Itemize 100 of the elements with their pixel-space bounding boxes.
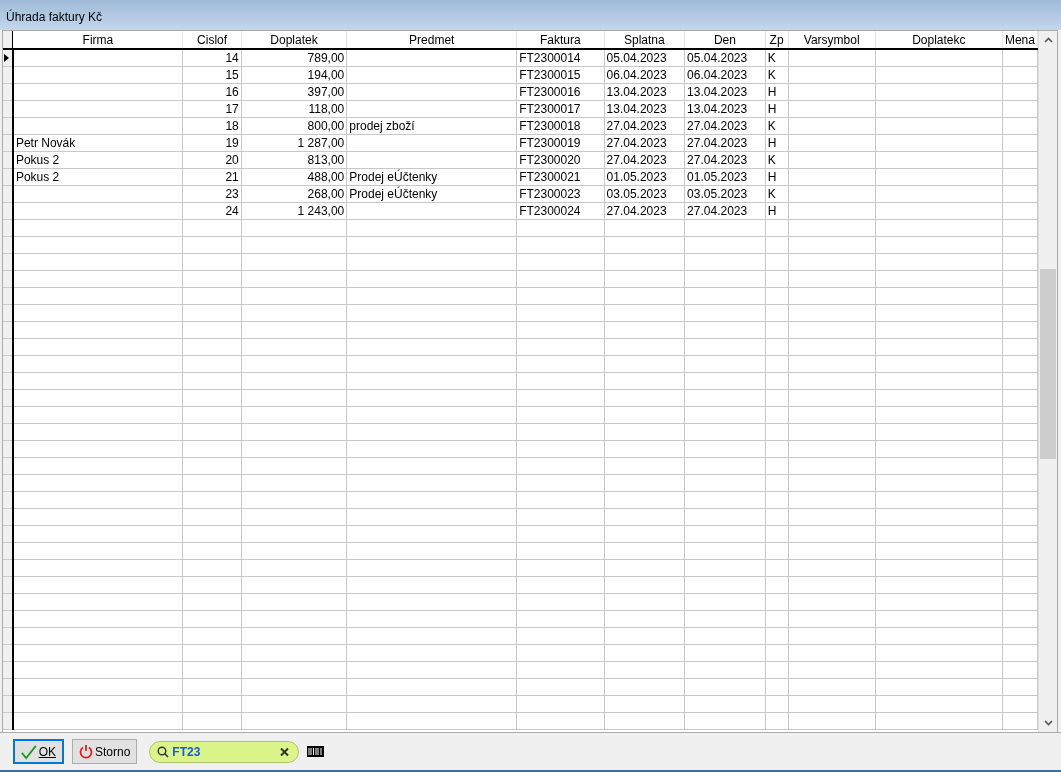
table-cell: K: [767, 50, 776, 65]
table-cell: 27.04.2023: [606, 203, 667, 218]
row-header[interactable]: [3, 151, 13, 168]
table-cell: 18: [225, 118, 239, 133]
table-cell: FT2300014: [519, 50, 581, 65]
column-header[interactable]: Mena: [1002, 31, 1038, 49]
table-cell: 1 287,00: [297, 135, 345, 150]
column-header[interactable]: Den: [684, 31, 766, 49]
table-cell: Prodej eÚčtenky: [349, 186, 438, 201]
table-cell: FT2300017: [519, 101, 581, 116]
clear-icon[interactable]: [280, 747, 290, 756]
table-cell: FT2300020: [519, 152, 581, 167]
table-cell: 17: [225, 101, 239, 116]
table-cell: H: [767, 169, 777, 184]
table-cell: FT2300021: [519, 169, 581, 184]
table-cell: 01.05.2023: [687, 169, 748, 184]
table-cell: FT2300024: [519, 203, 581, 218]
table-cell: K: [767, 186, 776, 201]
table-cell: 16: [225, 84, 239, 99]
scroll-down-icon[interactable]: [1043, 720, 1053, 726]
table-cell: 23: [225, 186, 239, 201]
table-cell: H: [767, 135, 777, 150]
table-cell: 13.04.2023: [687, 101, 748, 116]
row-header[interactable]: [3, 49, 13, 66]
table-cell: Pokus 2: [15, 152, 60, 167]
table-cell: 27.04.2023: [687, 203, 748, 218]
table-cell: FT2300019: [519, 135, 581, 150]
table-cell: 05.04.2023: [687, 50, 748, 65]
search-icon: [157, 745, 170, 758]
row-header[interactable]: [3, 100, 13, 117]
scroll-up-icon[interactable]: [1043, 37, 1053, 43]
table-cell: 05.04.2023: [606, 50, 667, 65]
table-cell: 13.04.2023: [606, 84, 667, 99]
table-cell: 789,00: [307, 50, 345, 65]
search-field[interactable]: FT23: [149, 740, 300, 763]
scroll-thumb[interactable]: [1040, 269, 1056, 459]
table-cell: 27.04.2023: [687, 118, 748, 133]
table-cell: 15: [225, 67, 239, 82]
table-cell: 800,00: [307, 118, 345, 133]
column-header[interactable]: Cislof: [182, 31, 242, 49]
table-cell: FT2300018: [519, 118, 581, 133]
table-cell: 27.04.2023: [687, 152, 748, 167]
table-cell: 1 243,00: [297, 203, 345, 218]
column-header[interactable]: Varsymbol: [788, 31, 876, 49]
column-header[interactable]: Doplatek: [241, 31, 347, 49]
table-cell: 27.04.2023: [606, 135, 667, 150]
table-cell: 06.04.2023: [687, 67, 748, 82]
row-header[interactable]: [3, 134, 13, 151]
row-header[interactable]: [3, 83, 13, 100]
table-cell: 813,00: [307, 152, 345, 167]
table-cell: 14: [225, 50, 239, 65]
row-header[interactable]: [3, 202, 13, 219]
table-cell: 268,00: [307, 186, 345, 201]
table-cell: 118,00: [308, 101, 345, 116]
table-cell: H: [767, 84, 777, 99]
column-header[interactable]: Faktura: [516, 31, 605, 49]
table-cell: 06.04.2023: [606, 67, 667, 82]
table-cell: 488,00: [307, 169, 345, 184]
table-cell: 01.05.2023: [606, 169, 667, 184]
column-header[interactable]: Firma: [12, 31, 183, 49]
table-cell: 21: [225, 169, 239, 184]
table-cell: K: [767, 152, 776, 167]
table-cell: Petr Novák: [15, 135, 76, 150]
scrollbar[interactable]: [1038, 31, 1057, 732]
column-header[interactable]: Predmet: [346, 31, 517, 49]
table-cell: 27.04.2023: [606, 118, 667, 133]
table-cell: 27.04.2023: [687, 135, 748, 150]
table-cell: 397,00: [307, 84, 345, 99]
table-cell: H: [767, 203, 777, 218]
row-header[interactable]: [3, 185, 13, 202]
column-header[interactable]: Doplatekc: [875, 31, 1003, 49]
table-cell: Prodej eÚčtenky: [349, 169, 438, 184]
row-header[interactable]: [3, 168, 13, 185]
column-header[interactable]: Splatna: [604, 31, 685, 49]
table-cell: K: [767, 118, 776, 133]
table-cell: 03.05.2023: [606, 186, 667, 201]
table-cell: 27.04.2023: [606, 152, 667, 167]
table-cell: 03.05.2023: [687, 186, 748, 201]
column-header[interactable]: Zp: [765, 31, 789, 49]
table-cell: 24: [225, 203, 239, 218]
table-cell: 19: [225, 135, 239, 150]
row-header[interactable]: [3, 117, 13, 134]
power-icon: [79, 744, 93, 759]
table-cell: FT2300023: [519, 186, 581, 201]
table-cell: 20: [225, 152, 239, 167]
table-cell: H: [767, 101, 777, 116]
check-icon: [21, 743, 37, 760]
row-header[interactable]: [3, 66, 13, 83]
table-cell: 194,00: [307, 67, 345, 82]
ok-button[interactable]: OK: [13, 739, 64, 764]
barcode-icon[interactable]: [307, 746, 325, 757]
table-cell: K: [767, 67, 776, 82]
table-cell: prodej zboží: [349, 118, 415, 133]
table-cell: Pokus 2: [15, 169, 60, 184]
table-cell: 13.04.2023: [687, 84, 748, 99]
cancel-button[interactable]: Storno: [72, 739, 138, 764]
table-cell: FT2300015: [519, 67, 581, 82]
table-cell: FT2300016: [519, 84, 581, 99]
table-cell: 13.04.2023: [606, 101, 667, 116]
window-title: Úhrada faktury Kč: [6, 10, 103, 24]
